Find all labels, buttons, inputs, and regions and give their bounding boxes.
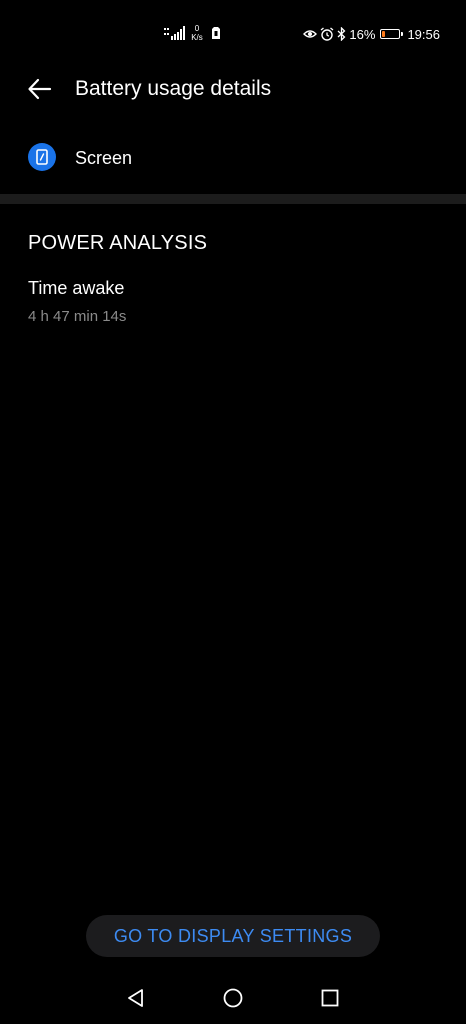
alarm-icon <box>320 27 334 41</box>
section-divider <box>0 194 466 204</box>
status-bar: 0 K/s 16% 19:56 <box>0 0 466 68</box>
app-bar: Battery usage details <box>0 68 466 110</box>
app-row: Screen <box>0 138 466 178</box>
nav-recents-icon[interactable] <box>318 986 342 1010</box>
app-icon <box>28 143 56 171</box>
section-title: POWER ANALYSIS <box>28 232 208 254</box>
nav-back-icon[interactable] <box>124 986 148 1010</box>
status-icons: 16% 19:56 <box>303 24 440 44</box>
battery-level <box>382 31 386 37</box>
navigation-bar <box>0 978 466 1024</box>
clock: 19:56 <box>407 26 440 42</box>
bluetooth-icon <box>337 27 346 41</box>
signal-icon <box>164 26 185 40</box>
page-title: Battery usage details <box>75 77 272 100</box>
nav-home-icon[interactable] <box>221 986 245 1010</box>
app-name: Screen <box>75 148 133 168</box>
phone-screen-icon <box>36 149 48 165</box>
network-speed: 0 K/s <box>189 24 205 42</box>
sim-icon <box>212 27 220 39</box>
arrow-left-icon <box>28 78 52 100</box>
time-awake-label: Time awake <box>28 278 125 298</box>
network-speed-value: 0 <box>194 24 200 33</box>
time-awake-value: 4 h 47 min 14s <box>28 308 127 325</box>
network-speed-unit: K/s <box>191 33 203 42</box>
eye-icon <box>303 30 318 38</box>
battery-percent: 16% <box>349 26 376 42</box>
battery-icon <box>380 29 404 39</box>
go-to-display-settings-button[interactable]: GO TO DISPLAY SETTINGS <box>86 915 380 957</box>
back-button[interactable] <box>26 76 56 102</box>
